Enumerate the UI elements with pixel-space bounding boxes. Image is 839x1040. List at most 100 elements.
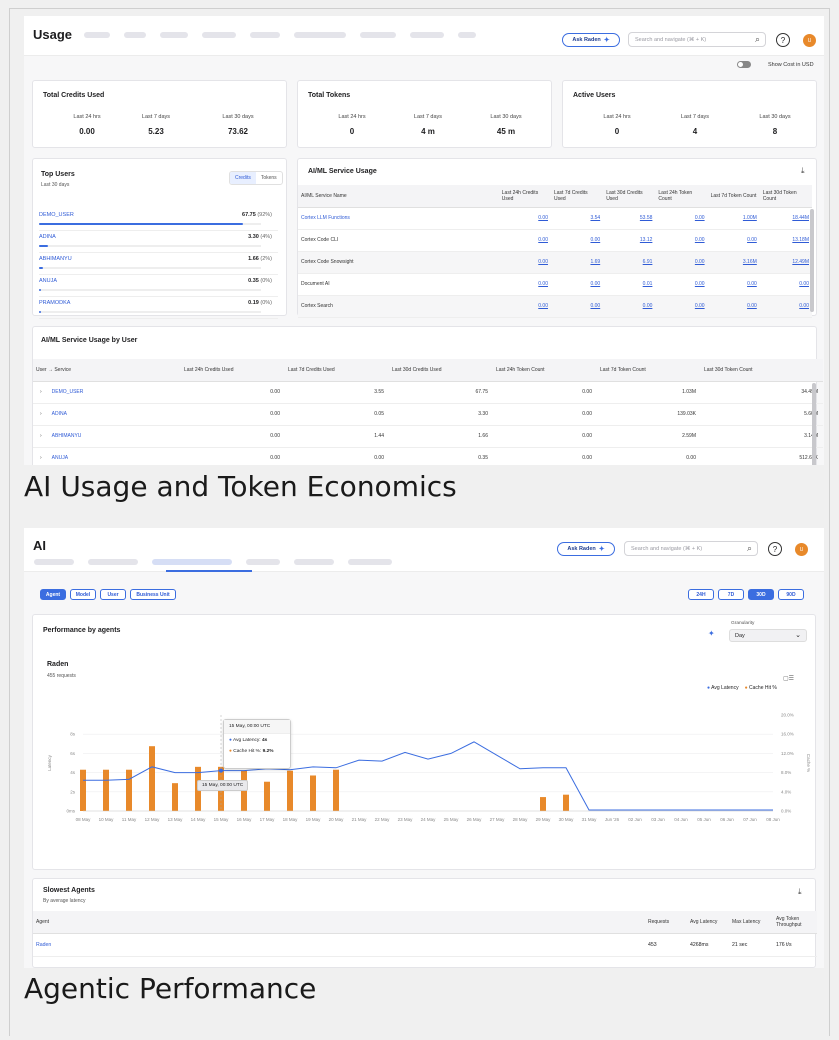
table-scrollbar[interactable] [810, 209, 814, 312]
top-user-name[interactable]: DEMO_USER [39, 212, 74, 218]
table-row[interactable]: Cortex LLM Functions 0.00 3.54 53.58 0.00 1.0… [298, 207, 812, 230]
col-header[interactable]: Last 30d Credits Used [603, 185, 656, 208]
metric-link[interactable]: 1.00M [707, 207, 760, 230]
sparkle-icon[interactable]: ✦ [708, 629, 715, 638]
top-user-row[interactable]: PRAMODKA 0.19 (0%) [39, 297, 278, 319]
metric-link[interactable]: 6.91 [603, 251, 656, 274]
download-icon[interactable]: ⤓ [798, 887, 802, 897]
col-header[interactable]: AI/ML Service Name [298, 185, 499, 208]
help-icon[interactable]: ? [768, 542, 782, 556]
metric-link[interactable]: 0.00 [603, 295, 656, 318]
col-header[interactable]: Max Latency [729, 911, 773, 934]
metric-link[interactable]: 13.18M [759, 229, 812, 252]
search-input[interactable]: Search and navigate (⌘ + K) ⌕ [628, 32, 766, 47]
user-cell[interactable]: › ANUJA [33, 447, 181, 465]
col-header[interactable]: Last 24h Credits Used [498, 185, 551, 208]
metric-link[interactable]: 0.00 [655, 229, 708, 252]
filter-business-unit[interactable]: Business Unit [130, 589, 176, 600]
metric-link[interactable]: 0.00 [707, 295, 760, 318]
metric-link[interactable]: 0.00 [550, 273, 604, 296]
top-user-name[interactable]: ANUJA [39, 278, 57, 284]
metric-link[interactable]: 0.00 [498, 295, 551, 318]
table-row[interactable]: ›ABHIMANYU0.001.441.660.002.59M3.14M [33, 425, 823, 448]
chevron-right-icon[interactable]: › [40, 411, 42, 417]
metric-link[interactable]: 13.12 [603, 229, 656, 252]
table-row[interactable]: ›ADINA0.000.053.300.00139.03K5.66M [33, 403, 823, 426]
top-user-name[interactable]: PRAMODKA [39, 300, 70, 306]
metric-link[interactable]: 1.69 [550, 251, 604, 274]
metric-link[interactable]: 0.00 [759, 273, 812, 296]
top-user-row[interactable]: DEMO_USER 67.75 (92%) [39, 209, 278, 231]
range-24h[interactable]: 24H [688, 589, 714, 600]
col-header[interactable]: Last 7d Credits Used [550, 185, 604, 208]
table-row[interactable]: Document AI 0.00 0.00 0.01 0.00 0.00 0.00 [298, 273, 812, 296]
filter-agent[interactable]: Agent [40, 589, 66, 600]
metric-link[interactable]: 3.54 [550, 207, 604, 230]
metric-link[interactable]: 3.16M [707, 251, 760, 274]
granularity-select[interactable]: Day ⌄ [729, 629, 807, 642]
table-row[interactable]: Cortex Code Snowsight 0.00 1.69 6.91 0.00 3.1… [298, 251, 812, 274]
metric-link[interactable]: 0.00 [759, 295, 812, 318]
table-row[interactable]: Cortex Code CLI 0.00 0.00 13.12 0.00 0.00 13.1… [298, 229, 812, 252]
table-row[interactable]: Raden 453 4268ms 21 sec 176 t/s [33, 933, 817, 957]
col-header[interactable]: Last 30d Token Count [701, 359, 823, 382]
table-row[interactable]: › ANUJA 0.00 0.00 0.35 0.00 0.00 512.67K [33, 447, 823, 465]
user-cell[interactable]: › DEMO_USER [33, 381, 181, 404]
metric-link[interactable]: 0.00 [498, 229, 551, 252]
filter-model[interactable]: Model [70, 589, 96, 600]
metric-link[interactable]: 53.58 [603, 207, 656, 230]
chevron-right-icon[interactable]: › [40, 389, 42, 395]
top-user-name[interactable]: ADINA [39, 234, 56, 240]
avatar[interactable]: U [795, 543, 808, 556]
col-header[interactable]: User → Service [33, 359, 181, 382]
range-30d[interactable]: 30D [748, 589, 774, 600]
metric-link[interactable]: 0.00 [655, 251, 708, 274]
metric-link[interactable]: 0.00 [550, 229, 604, 252]
range-7d[interactable]: 7D [718, 589, 744, 600]
metric-link[interactable]: 0.00 [498, 273, 551, 296]
range-90d[interactable]: 90D [778, 589, 804, 600]
col-header[interactable]: Last 30d Token Count [759, 185, 812, 208]
chart-view-icon[interactable]: ▢☰ [783, 675, 794, 682]
metric-link[interactable]: 0.01 [603, 273, 656, 296]
col-header[interactable]: Agent [33, 911, 645, 934]
chevron-right-icon[interactable]: › [40, 455, 42, 461]
table-scrollbar[interactable] [812, 383, 816, 465]
user-name[interactable]: DEMO_USER [52, 389, 84, 395]
top-user-row[interactable]: ADINA 3.30 (4%) [39, 231, 278, 253]
metric-link[interactable]: 0.00 [655, 295, 708, 318]
user-cell[interactable]: › ADINA [33, 403, 181, 426]
credits-tab[interactable]: Credits [230, 172, 256, 184]
user-name[interactable]: ADINA [52, 411, 67, 417]
top-user-row[interactable]: ANUJA 0.35 (0%) [39, 275, 278, 297]
col-header[interactable]: Last 24h Token Count [655, 185, 708, 208]
download-icon[interactable]: ⤓ [801, 166, 805, 176]
col-header[interactable]: Last 30d Credits Used [389, 359, 493, 382]
table-row[interactable]: › DEMO_USER 0.00 3.55 67.75 0.00 1.03M 34.49M [33, 381, 823, 404]
metric-link[interactable]: 12.49M [759, 251, 812, 274]
ask-raden-button[interactable]: Ask Raden ✦ [557, 542, 615, 556]
top-user-row[interactable]: ABHIMANYU 1.66 (2%) [39, 253, 278, 275]
col-header[interactable]: Avg Latency [687, 911, 729, 934]
metric-link[interactable]: 0.00 [707, 229, 760, 252]
top-user-name[interactable]: ABHIMANYU [39, 256, 72, 262]
user-name[interactable]: ANUJA [52, 455, 68, 461]
show-cost-toggle[interactable] [737, 61, 751, 68]
metric-link[interactable]: 18.44M [759, 207, 812, 230]
metric-link[interactable]: 0.00 [655, 273, 708, 296]
chevron-right-icon[interactable]: › [40, 433, 42, 439]
col-header[interactable]: Last 24h Credits Used [181, 359, 285, 382]
metric-link[interactable]: 0.00 [655, 207, 708, 230]
metric-link[interactable]: 0.00 [550, 295, 604, 318]
filter-user[interactable]: User [100, 589, 126, 600]
col-header[interactable]: Last 7d Token Count [597, 359, 701, 382]
metric-link[interactable]: 0.00 [498, 251, 551, 274]
search-input[interactable]: Search and navigate (⌘ + K) ⌕ [624, 541, 758, 556]
avatar[interactable]: U [803, 34, 816, 47]
col-header[interactable]: Avg Token Throughput [773, 911, 817, 934]
agent-link[interactable]: Raden [33, 933, 645, 957]
metric-link[interactable]: 0.00 [707, 273, 760, 296]
user-name[interactable]: ABHIMANYU [52, 433, 82, 439]
col-header[interactable]: Last 7d Token Count [707, 185, 760, 208]
help-icon[interactable]: ? [776, 33, 790, 47]
